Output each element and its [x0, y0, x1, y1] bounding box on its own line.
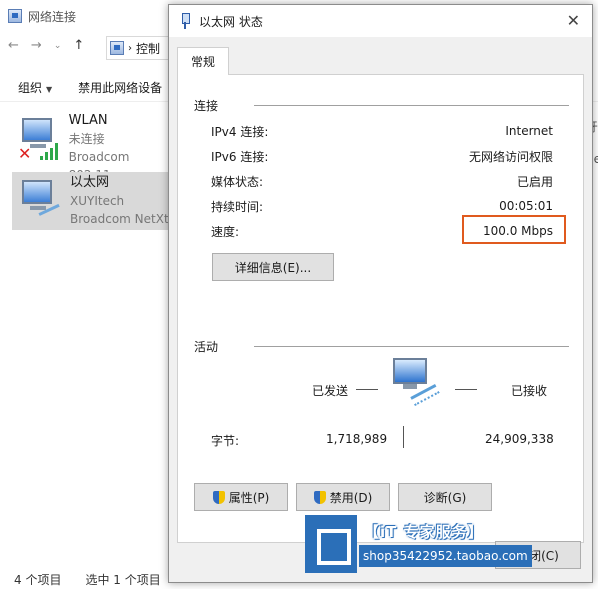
section-divider	[254, 346, 569, 347]
uac-shield-icon	[313, 490, 326, 504]
media-state-value: 已启用	[516, 174, 553, 189]
duration-value: 00:05:01	[499, 199, 553, 213]
disconnected-x-icon: ✕	[18, 144, 32, 163]
disable-device-button[interactable]: 禁用此网络设备	[78, 79, 162, 96]
adapter-wlan[interactable]: ✕ WLAN 未连接 Broadcom 802.11	[12, 110, 172, 182]
explorer-nav: ← → ⌄ ↑	[8, 38, 84, 53]
uac-shield-icon	[212, 490, 225, 504]
disable-label: 禁用(D)	[329, 490, 373, 505]
address-chevron-icon: ›	[128, 42, 132, 54]
media-state-row: 媒体状态: 已启用	[211, 172, 553, 190]
details-button[interactable]: 详细信息(E)...	[212, 253, 334, 281]
network-folder-icon	[8, 9, 22, 23]
ipv4-value: Internet	[505, 124, 553, 138]
received-dash	[455, 389, 477, 390]
organize-label: 组织	[18, 81, 43, 95]
adapter-status: 未连接	[68, 132, 105, 146]
ipv6-label: IPv6 连接:	[211, 149, 269, 164]
organize-menu[interactable]: 组织 ▼	[18, 79, 52, 96]
watermark-title: 【iT 专家服务】	[364, 523, 484, 541]
ipv6-value: 无网络访问权限	[468, 149, 553, 164]
disable-button[interactable]: 禁用(D)	[296, 483, 390, 511]
adapter-status: XUYItech	[70, 194, 125, 208]
close-icon[interactable]: ✕	[567, 11, 580, 30]
ethernet-status-dialog: 以太网 状态 ✕ 常规 连接 IPv4 连接: Internet IPv6 连接…	[168, 4, 593, 583]
ipv4-row: IPv4 连接: Internet	[211, 122, 553, 140]
explorer-titlebar: 网络连接	[8, 6, 76, 26]
activity-heading: 活动	[194, 340, 219, 354]
address-text: 控制	[136, 41, 161, 56]
sent-label: 已发送	[312, 384, 349, 398]
duration-label: 持续时间:	[211, 199, 264, 214]
speed-label: 速度:	[211, 224, 240, 239]
ipv6-row: IPv6 连接: 无网络访问权限	[211, 147, 553, 165]
bytes-sent: 1,718,989	[326, 432, 388, 446]
up-arrow-icon[interactable]: ↑	[73, 38, 84, 53]
network-plug-icon	[179, 13, 191, 29]
bytes-separator	[403, 426, 404, 448]
forward-arrow-icon[interactable]: →	[31, 38, 42, 53]
item-count: 4 个项目	[14, 573, 62, 587]
activity-section-header: 活动	[194, 338, 569, 355]
address-bar[interactable]: › 控制	[106, 36, 176, 60]
caret-down-icon: ▼	[46, 85, 53, 94]
speed-highlight-box	[462, 215, 566, 244]
control-panel-icon	[110, 41, 124, 55]
diagnose-button[interactable]: 诊断(G)	[398, 483, 492, 511]
general-tab-panel: 连接 IPv4 连接: Internet IPv6 连接: 无网络访问权限 媒体…	[177, 74, 584, 543]
connection-section-header: 连接	[194, 97, 569, 114]
wlan-adapter-icon: ✕	[18, 116, 63, 163]
section-divider	[254, 105, 569, 106]
adapter-name: 以太网	[70, 175, 110, 190]
network-activity-icon	[391, 358, 441, 406]
tab-general[interactable]: 常规	[177, 47, 229, 75]
recent-chevron-icon[interactable]: ⌄	[54, 41, 62, 51]
back-arrow-icon[interactable]: ←	[8, 38, 19, 53]
sent-dash	[356, 389, 378, 390]
adapter-ethernet[interactable]: 以太网 XUYItech Broadcom NetXt	[12, 172, 172, 230]
signal-bars-icon	[40, 142, 60, 160]
dialog-title: 以太网 状态	[199, 14, 263, 29]
watermark-cube-logo	[305, 515, 357, 573]
media-state-label: 媒体状态:	[211, 174, 264, 189]
selected-count: 选中 1 个项目	[85, 573, 161, 587]
adapter-device: Broadcom NetXt	[70, 212, 169, 226]
explorer-status-bar: 4 个项目 选中 1 个项目	[14, 571, 161, 588]
properties-button[interactable]: 属性(P)	[194, 483, 288, 511]
properties-label: 属性(P)	[228, 490, 270, 505]
bytes-label: 字节:	[211, 434, 240, 448]
bytes-received: 24,909,338	[485, 432, 554, 446]
received-label: 已接收	[511, 384, 548, 398]
explorer-title: 网络连接	[28, 9, 77, 24]
ipv4-label: IPv4 连接:	[211, 124, 269, 139]
watermark-url: shop35422952.taobao.com	[359, 545, 532, 567]
duration-row: 持续时间: 00:05:01	[211, 197, 553, 215]
adapter-name: WLAN	[68, 113, 108, 128]
ethernet-adapter-icon	[18, 178, 64, 225]
dialog-titlebar[interactable]: 以太网 状态 ✕	[169, 5, 592, 37]
connection-heading: 连接	[194, 99, 219, 113]
